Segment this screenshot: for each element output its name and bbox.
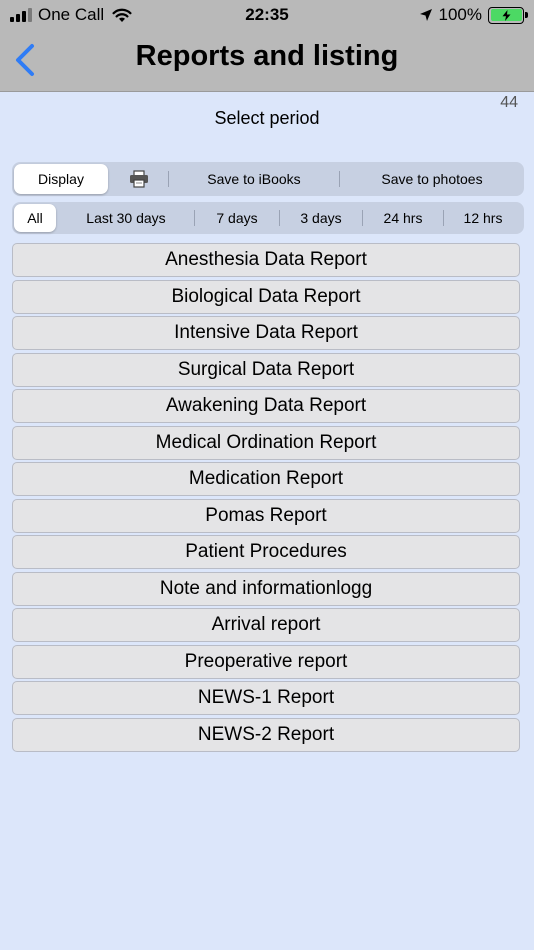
location-arrow-icon (419, 9, 432, 21)
charging-bolt-icon (502, 9, 510, 21)
report-button-intensive[interactable]: Intensive Data Report (12, 316, 520, 350)
report-button-surgical[interactable]: Surgical Data Report (12, 352, 520, 387)
period-last-30-days[interactable]: Last 30 days (58, 202, 194, 234)
report-button-medication[interactable]: Medication Report (12, 462, 520, 496)
period-24-hrs[interactable]: 24 hrs (363, 202, 443, 234)
print-button[interactable] (110, 162, 168, 196)
navigation-bar: One Call 22:35 100% Reports and listing (0, 0, 534, 92)
period-7-days[interactable]: 7 days (195, 202, 279, 234)
page-title: Reports and listing (135, 40, 399, 72)
report-button-patient-procedures[interactable]: Patient Procedures (12, 535, 520, 569)
report-button-biological[interactable]: Biological Data Report (12, 279, 520, 314)
printer-icon (130, 170, 148, 188)
period-12-hrs[interactable]: 12 hrs (444, 202, 522, 234)
report-button-preoperative[interactable]: Preoperative report (12, 644, 520, 679)
report-button-medical-ordination[interactable]: Medical Ordination Report (12, 425, 520, 460)
period-all[interactable]: All (14, 204, 56, 232)
report-button-news-2[interactable]: NEWS-2 Report (12, 717, 520, 752)
select-period-label: Select period (214, 108, 320, 128)
period-segment: All Last 30 days 7 days 3 days 24 hrs 12… (12, 202, 524, 234)
report-button-note-informationlogg[interactable]: Note and informationlogg (12, 571, 520, 606)
report-button-anesthesia[interactable]: Anesthesia Data Report (12, 243, 520, 277)
battery-percentage: 100% (438, 5, 482, 24)
report-button-news-1[interactable]: NEWS-1 Report (12, 681, 520, 715)
save-to-ibooks-button[interactable]: Save to iBooks (169, 162, 339, 196)
battery-icon (488, 6, 528, 24)
save-to-photos-button[interactable]: Save to photoes (340, 162, 524, 196)
display-button[interactable]: Display (14, 164, 108, 194)
report-button-arrival[interactable]: Arrival report (12, 608, 520, 642)
output-action-segment: Display Save to iBooks Save to photoes (12, 162, 524, 196)
report-button-awakening[interactable]: Awakening Data Report (12, 389, 520, 423)
period-3-days[interactable]: 3 days (280, 202, 362, 234)
status-bar: One Call 22:35 100% (0, 0, 534, 30)
report-list: Anesthesia Data Report Biological Data R… (12, 243, 520, 754)
report-button-pomas[interactable]: Pomas Report (12, 498, 520, 533)
